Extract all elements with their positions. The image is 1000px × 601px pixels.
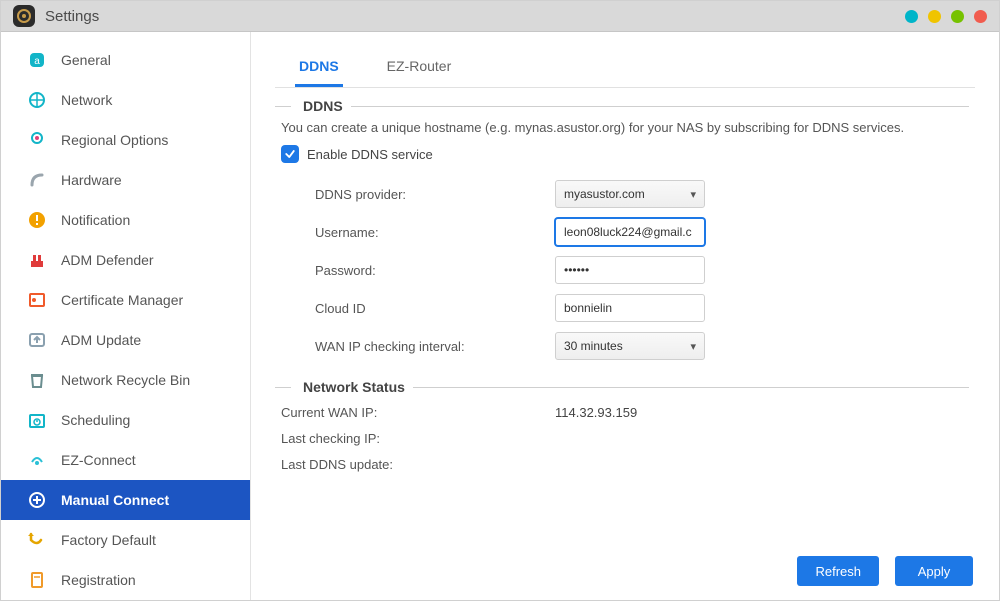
- hardware-icon: [27, 170, 47, 190]
- tab-panel-ddns: DDNS You can create a unique hostname (e…: [275, 98, 975, 600]
- refresh-button[interactable]: Refresh: [797, 556, 879, 586]
- sidebar-item-label: Regional Options: [61, 132, 168, 148]
- svg-text:a: a: [34, 56, 40, 67]
- sidebar-item-label: Network Recycle Bin: [61, 372, 190, 388]
- ddns-description: You can create a unique hostname (e.g. m…: [281, 120, 969, 135]
- notification-icon: [27, 210, 47, 230]
- sidebar-item-scheduling[interactable]: Scheduling: [1, 400, 250, 440]
- ddns-provider-value: myasustor.com: [564, 187, 645, 201]
- footer-buttons: Refresh Apply: [797, 556, 973, 586]
- sidebar-item-ez-connect[interactable]: EZ-Connect: [1, 440, 250, 480]
- window-control-dot-red[interactable]: [974, 10, 987, 23]
- wan-interval-select[interactable]: 30 minutes ▾: [555, 332, 705, 360]
- current-wan-ip-label: Current WAN IP:: [281, 405, 555, 420]
- registration-icon: [27, 570, 47, 590]
- cloudid-label: Cloud ID: [315, 301, 555, 316]
- check-icon: [284, 148, 296, 160]
- last-checking-ip-label: Last checking IP:: [281, 431, 555, 446]
- update-icon: [27, 330, 47, 350]
- chevron-down-icon: ▾: [690, 188, 696, 201]
- titlebar: Settings: [1, 1, 999, 32]
- apply-button[interactable]: Apply: [895, 556, 973, 586]
- sidebar-item-label: Manual Connect: [61, 492, 169, 508]
- section-header-ddns: DDNS: [275, 98, 969, 114]
- tab-ezrouter[interactable]: EZ-Router: [383, 48, 456, 87]
- regional-icon: [27, 130, 47, 150]
- sidebar-item-label: Hardware: [61, 172, 122, 188]
- scheduling-icon: [27, 410, 47, 430]
- sidebar-item-regional-options[interactable]: Regional Options: [1, 120, 250, 160]
- password-input-wrapper[interactable]: [555, 256, 705, 284]
- window-control-dot-teal[interactable]: [905, 10, 918, 23]
- cloudid-input-wrapper[interactable]: [555, 294, 705, 322]
- wan-interval-value: 30 minutes: [564, 339, 623, 353]
- interval-label: WAN IP checking interval:: [315, 339, 555, 354]
- ddns-form: DDNS provider: myasustor.com ▾ Username:: [315, 175, 969, 365]
- window-control-dot-yellow[interactable]: [928, 10, 941, 23]
- recycle-icon: [27, 370, 47, 390]
- password-label: Password:: [315, 263, 555, 278]
- sidebar-item-label: Scheduling: [61, 412, 130, 428]
- sidebar-item-label: Factory Default: [61, 532, 156, 548]
- ezconnect-icon: [27, 450, 47, 470]
- chevron-down-icon: ▾: [690, 340, 696, 353]
- window-controls: [905, 10, 987, 23]
- username-input[interactable]: [564, 225, 696, 239]
- manualconnect-icon: [27, 490, 47, 510]
- sidebar-item-hardware[interactable]: Hardware: [1, 160, 250, 200]
- sidebar-item-network-recycle-bin[interactable]: Network Recycle Bin: [1, 360, 250, 400]
- ddns-provider-select[interactable]: myasustor.com ▾: [555, 180, 705, 208]
- current-wan-ip-value: 114.32.93.159: [555, 405, 637, 420]
- password-input[interactable]: [564, 263, 696, 277]
- sidebar-item-adm-defender[interactable]: ADM Defender: [1, 240, 250, 280]
- sidebar-item-label: Notification: [61, 212, 130, 228]
- sidebar-item-factory-default[interactable]: Factory Default: [1, 520, 250, 560]
- section-title: Network Status: [297, 379, 405, 395]
- sidebar-item-certificate-manager[interactable]: Certificate Manager: [1, 280, 250, 320]
- username-input-wrapper[interactable]: [555, 218, 705, 246]
- network-icon: [27, 90, 47, 110]
- cloudid-input[interactable]: [564, 301, 696, 315]
- enable-ddns-checkbox[interactable]: [281, 145, 299, 163]
- sidebar-item-label: ADM Update: [61, 332, 141, 348]
- last-ddns-update-label: Last DDNS update:: [281, 457, 555, 472]
- sidebar-item-notification[interactable]: Notification: [1, 200, 250, 240]
- main-panel: DDNS EZ-Router DDNS You can create a uniq…: [251, 32, 999, 600]
- sidebar-item-adm-update[interactable]: ADM Update: [1, 320, 250, 360]
- provider-label: DDNS provider:: [315, 187, 555, 202]
- sidebar: a General Network Regional Options Hardware N…: [1, 32, 251, 600]
- section-title: DDNS: [297, 98, 343, 114]
- sidebar-item-label: Network: [61, 92, 112, 108]
- sidebar-item-general[interactable]: a General: [1, 40, 250, 80]
- settings-window: Settings a General Network Regional Options…: [0, 0, 1000, 601]
- enable-ddns-label: Enable DDNS service: [307, 147, 433, 162]
- tabs: DDNS EZ-Router: [275, 48, 975, 88]
- tab-ddns[interactable]: DDNS: [295, 48, 343, 87]
- app-icon: [13, 5, 35, 27]
- sidebar-item-registration[interactable]: Registration: [1, 560, 250, 600]
- username-label: Username:: [315, 225, 555, 240]
- window-control-dot-green[interactable]: [951, 10, 964, 23]
- defender-icon: [27, 250, 47, 270]
- body: a General Network Regional Options Hardware N…: [1, 32, 999, 600]
- sidebar-item-network[interactable]: Network: [1, 80, 250, 120]
- sidebar-item-label: EZ-Connect: [61, 452, 136, 468]
- sidebar-item-manual-connect[interactable]: Manual Connect: [1, 480, 250, 520]
- sidebar-item-label: Registration: [61, 572, 136, 588]
- section-header-netstatus: Network Status: [275, 379, 969, 395]
- sidebar-item-label: General: [61, 52, 111, 68]
- sidebar-item-label: ADM Defender: [61, 252, 154, 268]
- enable-ddns-row[interactable]: Enable DDNS service: [281, 145, 969, 163]
- general-icon: a: [27, 50, 47, 70]
- window-title: Settings: [45, 8, 99, 25]
- sidebar-item-label: Certificate Manager: [61, 292, 183, 308]
- factory-icon: [27, 530, 47, 550]
- certificate-icon: [27, 290, 47, 310]
- gear-icon: [16, 8, 32, 24]
